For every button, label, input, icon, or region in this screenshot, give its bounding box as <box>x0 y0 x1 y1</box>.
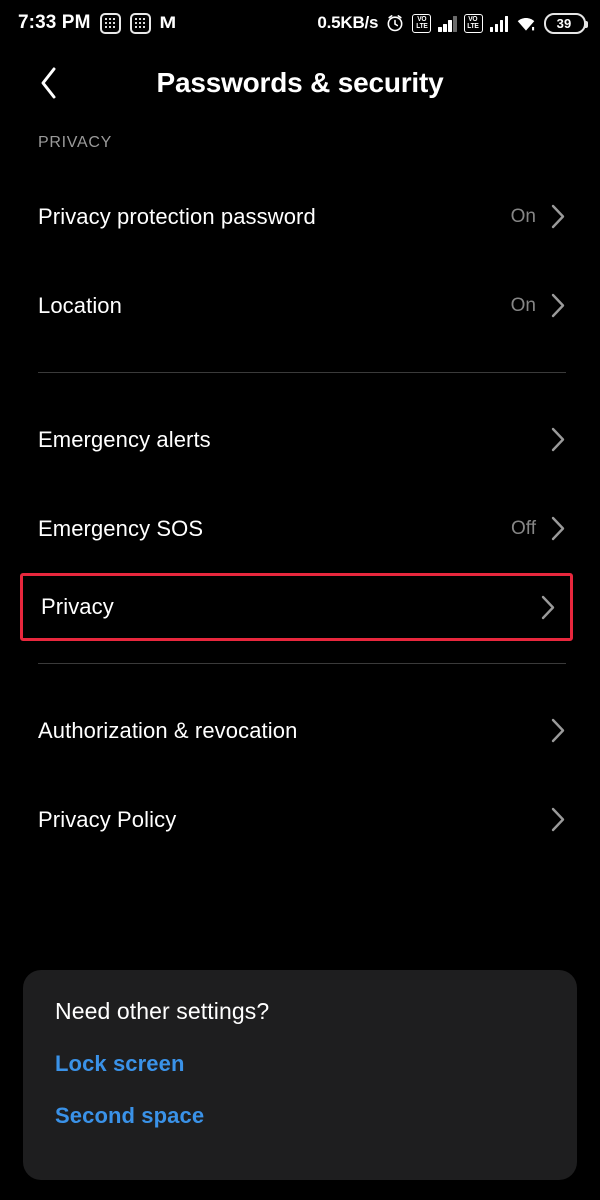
list-item-label: Authorization & revocation <box>38 717 298 743</box>
volte-icon: VO LTE <box>412 13 432 33</box>
list-item-label: Emergency alerts <box>38 426 211 452</box>
app-badge-icon <box>99 12 121 34</box>
network-speed-label: 0.5KB/s <box>317 13 379 32</box>
other-settings-card: Need other settings? Lock screen Second … <box>23 970 577 1180</box>
volte-icon: VO LTE <box>463 13 483 33</box>
list-item-authorization-revocation[interactable]: Authorization & revocation <box>0 686 600 775</box>
list-item-privacy-protection-password[interactable]: Privacy protection password On <box>0 172 600 261</box>
chevron-right-icon <box>541 595 555 619</box>
list-item-value: On <box>510 294 536 316</box>
list-item-emergency-alerts[interactable]: Emergency alerts <box>0 395 600 484</box>
card-title: Need other settings? <box>55 998 270 1024</box>
list-item-emergency-sos[interactable]: Emergency SOS Off <box>0 484 600 573</box>
status-bar-left: 7:33 PM M <box>18 12 177 34</box>
chevron-right-icon <box>551 427 565 452</box>
list-item-trailing <box>536 717 566 744</box>
back-button[interactable] <box>18 52 80 114</box>
settings-group: Authorization & revocation Privacy Polic… <box>0 686 600 864</box>
app-bar: Passwords & security <box>0 46 600 120</box>
chevron-right-icon <box>551 204 565 229</box>
battery-level-label: 39 <box>556 15 572 31</box>
list-item-label: Privacy Policy <box>38 806 177 832</box>
list-item-privacy[interactable]: Privacy <box>20 573 573 641</box>
status-bar: 7:33 PM M 0.5KB/s VO LTE VO LTE 39 <box>0 0 600 46</box>
list-item-label: Privacy <box>41 594 114 619</box>
link-second-space[interactable]: Second space <box>55 1103 545 1129</box>
chevron-left-icon <box>41 67 56 99</box>
settings-group: Privacy protection password On Location … <box>0 172 600 350</box>
list-item-privacy-policy[interactable]: Privacy Policy <box>0 775 600 864</box>
list-item-value: Off <box>511 517 536 539</box>
list-item-label: Emergency SOS <box>38 515 204 541</box>
signal-bars-icon <box>438 14 457 32</box>
list-divider <box>38 663 566 664</box>
page-title: Passwords & security <box>156 67 444 98</box>
chevron-right-icon <box>551 718 565 743</box>
status-bar-right: 0.5KB/s VO LTE VO LTE 39 <box>317 12 588 34</box>
list-item-location[interactable]: Location On <box>0 261 600 350</box>
list-item-label: Privacy protection password <box>38 203 316 229</box>
settings-group: Emergency alerts Emergency SOS Off Priva… <box>0 395 600 641</box>
chevron-right-icon <box>551 516 565 541</box>
settings-list: Privacy protection password On Location … <box>0 172 600 864</box>
volte-top-label: VO <box>468 16 478 23</box>
list-item-trailing <box>536 426 566 453</box>
m-logo-icon: M <box>159 13 177 33</box>
list-item-trailing: On <box>511 203 566 230</box>
link-lock-screen[interactable]: Lock screen <box>55 1051 545 1077</box>
list-item-trailing <box>526 594 556 621</box>
chevron-right-icon <box>551 807 565 832</box>
list-item-trailing <box>536 806 566 833</box>
app-badge-icon <box>129 12 151 34</box>
list-item-trailing: On <box>511 292 566 319</box>
volte-bottom-label: LTE <box>416 23 428 30</box>
battery-indicator: 39 <box>544 12 588 34</box>
list-item-trailing: Off <box>511 515 566 542</box>
list-item-label: Location <box>38 292 122 318</box>
signal-bars-icon <box>489 14 508 32</box>
volte-top-label: VO <box>417 16 427 23</box>
status-clock: 7:33 PM <box>18 12 91 33</box>
section-label-privacy: PRIVACY <box>38 134 112 151</box>
list-item-value: On <box>510 205 536 227</box>
alarm-icon <box>387 15 403 32</box>
chevron-right-icon <box>551 293 565 318</box>
volte-bottom-label: LTE <box>467 23 480 30</box>
list-divider <box>38 372 566 373</box>
wifi-icon <box>517 17 535 31</box>
